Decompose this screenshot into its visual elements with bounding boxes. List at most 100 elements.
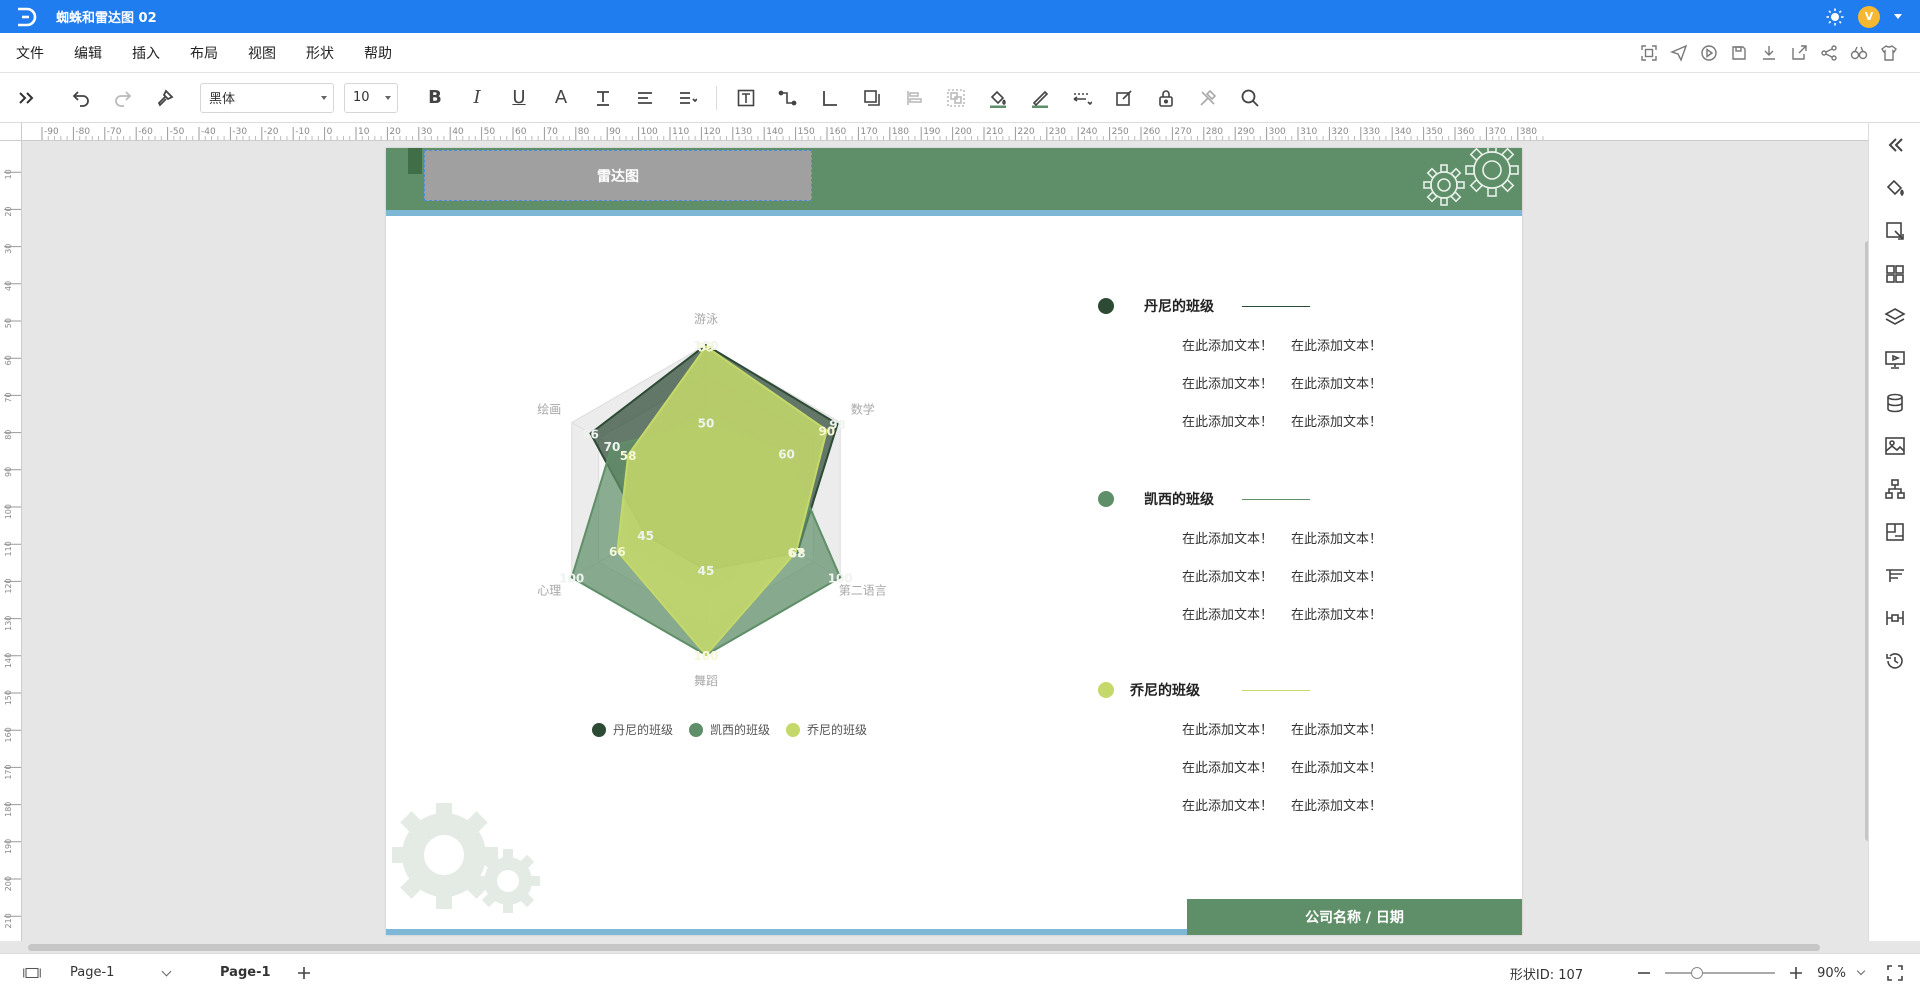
save-icon[interactable] bbox=[1730, 44, 1748, 62]
play-icon[interactable] bbox=[1700, 44, 1718, 62]
page-tab-active[interactable]: Page-1 bbox=[220, 965, 271, 980]
style-panel-icon[interactable] bbox=[1869, 209, 1920, 252]
horizontal-scrollbar[interactable] bbox=[22, 941, 1868, 953]
undo-icon[interactable] bbox=[67, 84, 95, 112]
underline-icon[interactable]: U bbox=[505, 84, 533, 112]
add-page-icon[interactable] bbox=[295, 964, 313, 982]
community-icon[interactable] bbox=[1850, 44, 1868, 62]
image-panel-icon[interactable] bbox=[1869, 424, 1920, 467]
group-icon[interactable] bbox=[942, 84, 970, 112]
vip-badge-icon[interactable]: V bbox=[1858, 5, 1880, 28]
download-icon[interactable] bbox=[1760, 44, 1778, 62]
menu-insert[interactable]: 插入 bbox=[117, 43, 175, 63]
data-panel-icon[interactable] bbox=[1869, 381, 1920, 424]
page-panel-toggle-icon[interactable] bbox=[20, 964, 44, 982]
redo-icon[interactable] bbox=[109, 84, 137, 112]
share-icon[interactable] bbox=[1820, 44, 1838, 62]
zoom-in-icon[interactable] bbox=[1787, 964, 1805, 982]
menu-layout[interactable]: 布局 bbox=[175, 43, 233, 63]
history-panel-icon[interactable] bbox=[1869, 639, 1920, 682]
align-left-icon[interactable] bbox=[631, 84, 659, 112]
text-placeholder[interactable]: 在此添加文本！ bbox=[1291, 373, 1400, 392]
format-painter-icon[interactable] bbox=[151, 84, 179, 112]
line-corner-icon[interactable] bbox=[816, 84, 844, 112]
text-placeholder[interactable]: 在此添加文本！ bbox=[1182, 604, 1291, 623]
text-style-icon[interactable] bbox=[589, 84, 617, 112]
fit-screen-icon[interactable] bbox=[1640, 44, 1658, 62]
theme-sun-icon[interactable] bbox=[1826, 8, 1844, 26]
text-placeholder[interactable]: 在此添加文本！ bbox=[1182, 795, 1291, 814]
fill-panel-icon[interactable] bbox=[1869, 166, 1920, 209]
text-placeholder[interactable]: 在此添加文本！ bbox=[1291, 528, 1400, 547]
text-placeholder[interactable]: 在此添加文本！ bbox=[1182, 411, 1291, 430]
presentation-panel-icon[interactable] bbox=[1869, 338, 1920, 381]
text-placeholder[interactable]: 在此添加文本！ bbox=[1182, 719, 1291, 738]
radar-chart[interactable]: 游泳数学第二语言舞蹈心理绘画10098684545865060100100100… bbox=[496, 228, 916, 728]
text-placeholder[interactable]: 在此添加文本！ bbox=[1291, 566, 1400, 585]
edit-shape-icon[interactable] bbox=[1110, 84, 1138, 112]
text-placeholder[interactable]: 在此添加文本！ bbox=[1182, 335, 1291, 354]
collapse-toolbar-icon[interactable] bbox=[12, 84, 40, 112]
font-family-select[interactable]: 黑体 bbox=[200, 82, 334, 113]
line-spacing-icon[interactable] bbox=[673, 84, 701, 112]
menu-edit[interactable]: 编辑 bbox=[59, 43, 117, 63]
bold-icon[interactable]: B bbox=[421, 84, 449, 112]
text-placeholder[interactable]: 在此添加文本！ bbox=[1291, 335, 1400, 354]
font-color-icon[interactable]: A bbox=[547, 84, 575, 112]
timeline-panel-icon[interactable] bbox=[1869, 553, 1920, 596]
menu-view[interactable]: 视图 bbox=[233, 43, 291, 63]
org-chart-panel-icon[interactable] bbox=[1869, 467, 1920, 510]
grid-panel-icon[interactable] bbox=[1869, 252, 1920, 295]
zoom-chevron-down-icon[interactable] bbox=[1856, 966, 1866, 976]
class-block-danny[interactable]: 丹尼的班级 在此添加文本！ 在此添加文本！ 在此添加文本！ 在此添加文本！ 在此添加… bbox=[1098, 295, 1478, 439]
line-color-icon[interactable] bbox=[1026, 84, 1054, 112]
account-dropdown-icon[interactable] bbox=[1894, 14, 1902, 19]
align-objects-icon[interactable] bbox=[900, 84, 928, 112]
class-block-kathy[interactable]: 凯西的班级 在此添加文本！ 在此添加文本！ 在此添加文本！ 在此添加文本！ 在此添加… bbox=[1098, 488, 1478, 632]
app-logo-icon[interactable] bbox=[14, 6, 40, 28]
font-size-select[interactable]: 10 bbox=[344, 82, 398, 113]
text-placeholder[interactable]: 在此添加文本！ bbox=[1291, 411, 1400, 430]
document-page[interactable]: 雷达图 游泳 数学 第二语言 舞蹈 心理 绘画 100 98 68 45 45 … bbox=[386, 148, 1522, 935]
search-icon[interactable] bbox=[1236, 84, 1264, 112]
line-style-icon[interactable] bbox=[1068, 84, 1096, 112]
zoom-slider[interactable] bbox=[1665, 967, 1776, 979]
text-placeholder[interactable]: 在此添加文本！ bbox=[1291, 757, 1400, 776]
export-icon[interactable] bbox=[1790, 44, 1808, 62]
menu-help[interactable]: 帮助 bbox=[349, 43, 407, 63]
text-placeholder[interactable]: 在此添加文本！ bbox=[1182, 757, 1291, 776]
chart-legend-item[interactable]: 乔尼的班级 bbox=[786, 721, 867, 738]
zoom-level[interactable]: 90% bbox=[1817, 966, 1846, 981]
text-placeholder[interactable]: 在此添加文本！ bbox=[1182, 528, 1291, 547]
tools-icon[interactable] bbox=[1194, 84, 1222, 112]
send-icon[interactable] bbox=[1670, 44, 1688, 62]
collapse-panel-icon[interactable] bbox=[1869, 123, 1920, 166]
text-placeholder[interactable]: 在此添加文本！ bbox=[1291, 604, 1400, 623]
theme-shirt-icon[interactable] bbox=[1880, 44, 1898, 62]
chart-legend-item[interactable]: 丹尼的班级 bbox=[592, 721, 673, 738]
layers-panel-icon[interactable] bbox=[1869, 295, 1920, 338]
italic-icon[interactable]: I bbox=[463, 84, 491, 112]
text-box-icon[interactable] bbox=[732, 84, 760, 112]
lock-icon[interactable] bbox=[1152, 84, 1180, 112]
menu-shape[interactable]: 形状 bbox=[291, 43, 349, 63]
footer-text-box[interactable]: 公司名称 / 日期 bbox=[1187, 899, 1522, 935]
connector-icon[interactable] bbox=[774, 84, 802, 112]
text-placeholder[interactable]: 在此添加文本！ bbox=[1291, 719, 1400, 738]
text-placeholder[interactable]: 在此添加文本！ bbox=[1182, 566, 1291, 585]
fill-color-icon[interactable] bbox=[984, 84, 1012, 112]
zoom-out-icon[interactable] bbox=[1635, 964, 1653, 982]
page-selector[interactable]: Page-1 bbox=[70, 965, 172, 980]
fullscreen-icon[interactable] bbox=[1886, 964, 1904, 982]
horizontal-scroll-thumb[interactable] bbox=[28, 944, 1820, 951]
drawing-canvas[interactable]: 雷达图 游泳 数学 第二语言 舞蹈 心理 绘画 100 98 68 45 45 … bbox=[22, 141, 1868, 941]
layout-panel-icon[interactable] bbox=[1869, 510, 1920, 553]
chart-legend-item[interactable]: 凯西的班级 bbox=[689, 721, 770, 738]
text-placeholder[interactable]: 在此添加文本！ bbox=[1291, 795, 1400, 814]
title-text-box[interactable]: 雷达图 bbox=[424, 150, 812, 201]
menu-file[interactable]: 文件 bbox=[0, 43, 59, 63]
zoom-slider-knob[interactable] bbox=[1691, 967, 1704, 979]
shadow-icon[interactable] bbox=[858, 84, 886, 112]
text-placeholder[interactable]: 在此添加文本！ bbox=[1182, 373, 1291, 392]
mindmap-panel-icon[interactable] bbox=[1869, 596, 1920, 639]
